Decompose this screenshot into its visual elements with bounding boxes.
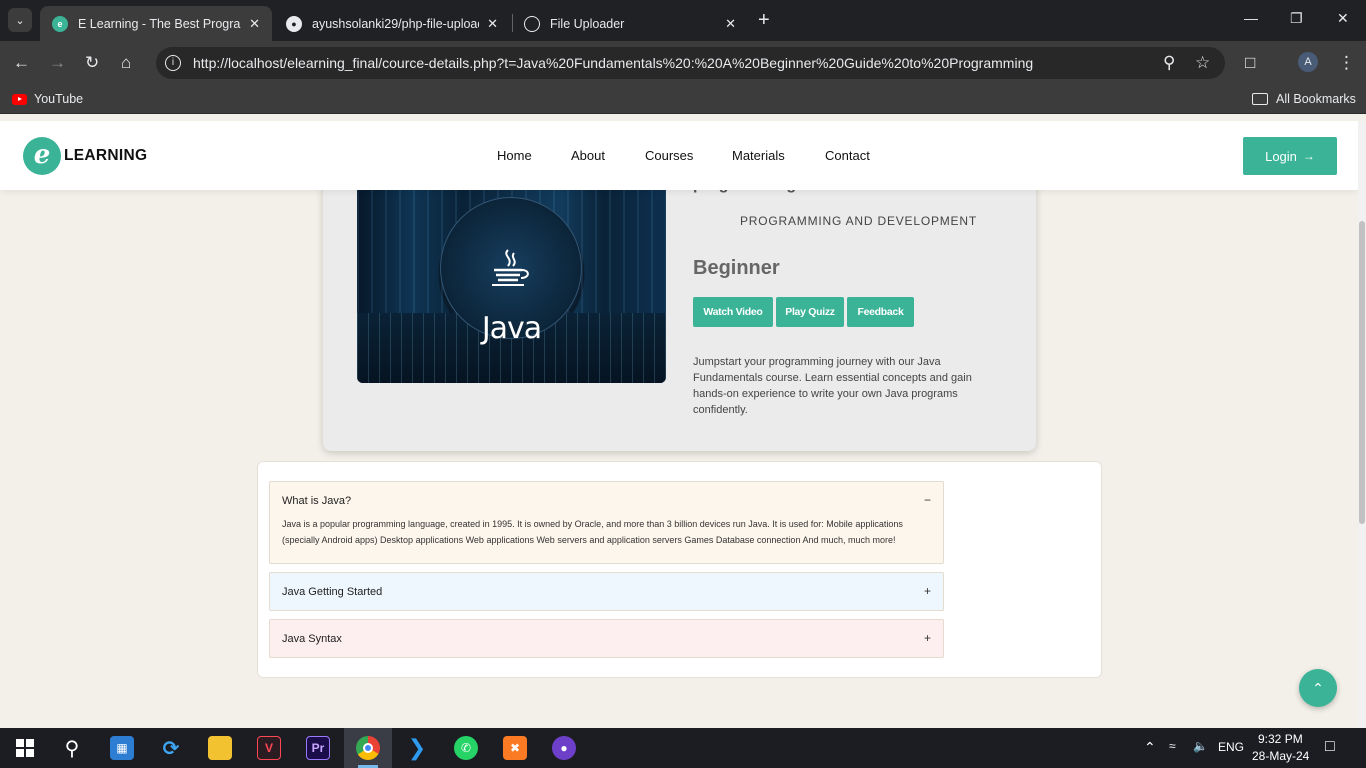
- accordion-content: Java is a popular programming language, …: [282, 519, 903, 545]
- search-icon[interactable]: ⚲: [60, 736, 84, 760]
- tab-file-uploader[interactable]: File Uploader ✕: [512, 6, 748, 41]
- page-scrollbar[interactable]: [1358, 121, 1366, 728]
- store-icon[interactable]: ▦: [110, 736, 134, 760]
- github-icon[interactable]: ●: [552, 736, 576, 760]
- file-explorer-icon[interactable]: [208, 736, 232, 760]
- tab-title: File Uploader: [550, 16, 625, 31]
- new-tab-icon[interactable]: +: [758, 9, 770, 32]
- close-window-icon[interactable]: ✕: [1337, 10, 1349, 27]
- nav-about[interactable]: About: [571, 148, 605, 163]
- nav-materials[interactable]: Materials: [732, 148, 785, 163]
- zoom-icon[interactable]: ⚲: [1163, 53, 1175, 73]
- tab-title: ayushsolanki29/php-file-upload: [312, 16, 480, 31]
- profile-avatar[interactable]: A: [1298, 52, 1318, 72]
- bookmark-star-icon[interactable]: ☆: [1195, 53, 1210, 73]
- accordion-title[interactable]: Java Syntax: [282, 633, 342, 645]
- back-to-top-button[interactable]: ⌃: [1299, 669, 1337, 707]
- language-indicator[interactable]: ENG: [1218, 740, 1244, 754]
- kebab-menu-icon[interactable]: ⋮: [1338, 53, 1355, 73]
- watch-video-button[interactable]: Watch Video: [693, 297, 773, 327]
- clock-date[interactable]: 28-May-24: [1252, 749, 1309, 763]
- valorant-icon[interactable]: V: [257, 736, 281, 760]
- close-tab-icon[interactable]: ✕: [725, 16, 736, 32]
- site-info-icon[interactable]: i: [165, 55, 181, 71]
- course-level: Beginner: [693, 257, 780, 279]
- extensions-icon[interactable]: □: [1245, 53, 1255, 73]
- elearning-favicon-icon: e: [52, 15, 68, 32]
- logo-text[interactable]: LEARNING: [64, 147, 147, 165]
- xampp-icon[interactable]: ✖: [503, 736, 527, 760]
- bookmarks-bar: YouTube All Bookmarks: [0, 85, 1366, 114]
- tab-search-button[interactable]: ⌄: [8, 8, 32, 32]
- accordion-item-what-is-java[interactable]: What is Java? − Java is a popular progra…: [269, 481, 944, 564]
- start-icon[interactable]: [13, 736, 37, 760]
- globe-icon: [524, 15, 540, 32]
- forward-icon[interactable]: →: [49, 53, 66, 73]
- clock-time[interactable]: 9:32 PM: [1258, 732, 1303, 746]
- youtube-icon: [12, 94, 27, 105]
- accordion-item-getting-started[interactable]: Java Getting Started +: [269, 572, 944, 611]
- collapse-icon[interactable]: −: [924, 493, 931, 507]
- accordion-item-syntax[interactable]: Java Syntax +: [269, 619, 944, 658]
- show-hidden-icons-icon[interactable]: ⌃: [1144, 739, 1156, 756]
- sync-icon[interactable]: ⟳: [159, 736, 183, 760]
- folder-icon: [1252, 93, 1268, 105]
- browser-tab-bar: ⌄ e E Learning - The Best Program ✕ ● ay…: [0, 0, 1366, 41]
- close-tab-icon[interactable]: ✕: [487, 16, 498, 32]
- premiere-icon[interactable]: Pr: [306, 736, 330, 760]
- login-button[interactable]: Login →: [1243, 137, 1337, 175]
- accordion-title[interactable]: Java Getting Started: [282, 586, 382, 598]
- chevron-up-icon: ⌃: [1312, 679, 1324, 696]
- java-logo-text: Java: [481, 311, 542, 346]
- feedback-button[interactable]: Feedback: [847, 297, 914, 327]
- scrollbar-thumb[interactable]: [1359, 221, 1365, 524]
- browser-toolbar: ← → ↻ ⌂ i http://localhost/elearning_fin…: [0, 41, 1366, 85]
- page-viewport: Java programming skills PROGRAMMING AND …: [0, 121, 1358, 728]
- logo-icon[interactable]: e: [23, 137, 61, 175]
- tab-github[interactable]: ● ayushsolanki29/php-file-upload ✕: [274, 6, 510, 41]
- course-description: Jumpstart your programming journey with …: [693, 356, 972, 416]
- all-bookmarks[interactable]: All Bookmarks: [1276, 92, 1356, 106]
- bookmark-youtube[interactable]: YouTube: [34, 92, 83, 106]
- volume-icon[interactable]: 🔈: [1193, 739, 1208, 753]
- tab-elearning[interactable]: e E Learning - The Best Program ✕: [40, 6, 272, 41]
- course-image: Java: [357, 173, 666, 383]
- reload-icon[interactable]: ↻: [85, 53, 99, 73]
- accordion-title[interactable]: What is Java?: [282, 495, 351, 507]
- restore-icon[interactable]: ❐: [1290, 10, 1303, 27]
- url-text[interactable]: http://localhost/elearning_final/cource-…: [193, 55, 1033, 71]
- nav-contact[interactable]: Contact: [825, 148, 870, 163]
- notifications-icon[interactable]: □: [1325, 738, 1335, 756]
- windows-taskbar: ⚲ ▦ ⟳ V Pr ❯ ✆ ✖ ● ⌃ ≈ 🔈 ENG 9:32 PM 28-…: [0, 728, 1366, 768]
- login-label: Login: [1265, 148, 1297, 164]
- home-icon[interactable]: ⌂: [121, 53, 131, 73]
- chrome-icon[interactable]: [356, 736, 380, 760]
- tab-title: E Learning - The Best Program: [78, 16, 242, 31]
- minimize-icon[interactable]: —: [1244, 10, 1258, 26]
- wifi-icon[interactable]: ≈: [1169, 739, 1176, 753]
- play-quiz-button[interactable]: Play Quizz: [776, 297, 844, 327]
- expand-icon[interactable]: +: [924, 631, 931, 645]
- arrow-right-icon: →: [1302, 149, 1315, 163]
- vscode-icon[interactable]: ❯: [405, 735, 429, 760]
- nav-courses[interactable]: Courses: [645, 148, 693, 163]
- github-favicon-icon: ●: [286, 15, 302, 32]
- expand-icon[interactable]: +: [924, 584, 931, 598]
- java-cup-icon: [492, 249, 529, 286]
- course-category: PROGRAMMING AND DEVELOPMENT: [740, 214, 977, 228]
- back-icon[interactable]: ←: [13, 53, 30, 73]
- close-tab-icon[interactable]: ✕: [249, 16, 260, 32]
- whatsapp-icon[interactable]: ✆: [454, 736, 478, 760]
- address-bar[interactable]: i http://localhost/elearning_final/courc…: [156, 47, 1225, 79]
- nav-home[interactable]: Home: [497, 148, 532, 163]
- site-header: e LEARNING Home About Courses Materials …: [0, 121, 1358, 190]
